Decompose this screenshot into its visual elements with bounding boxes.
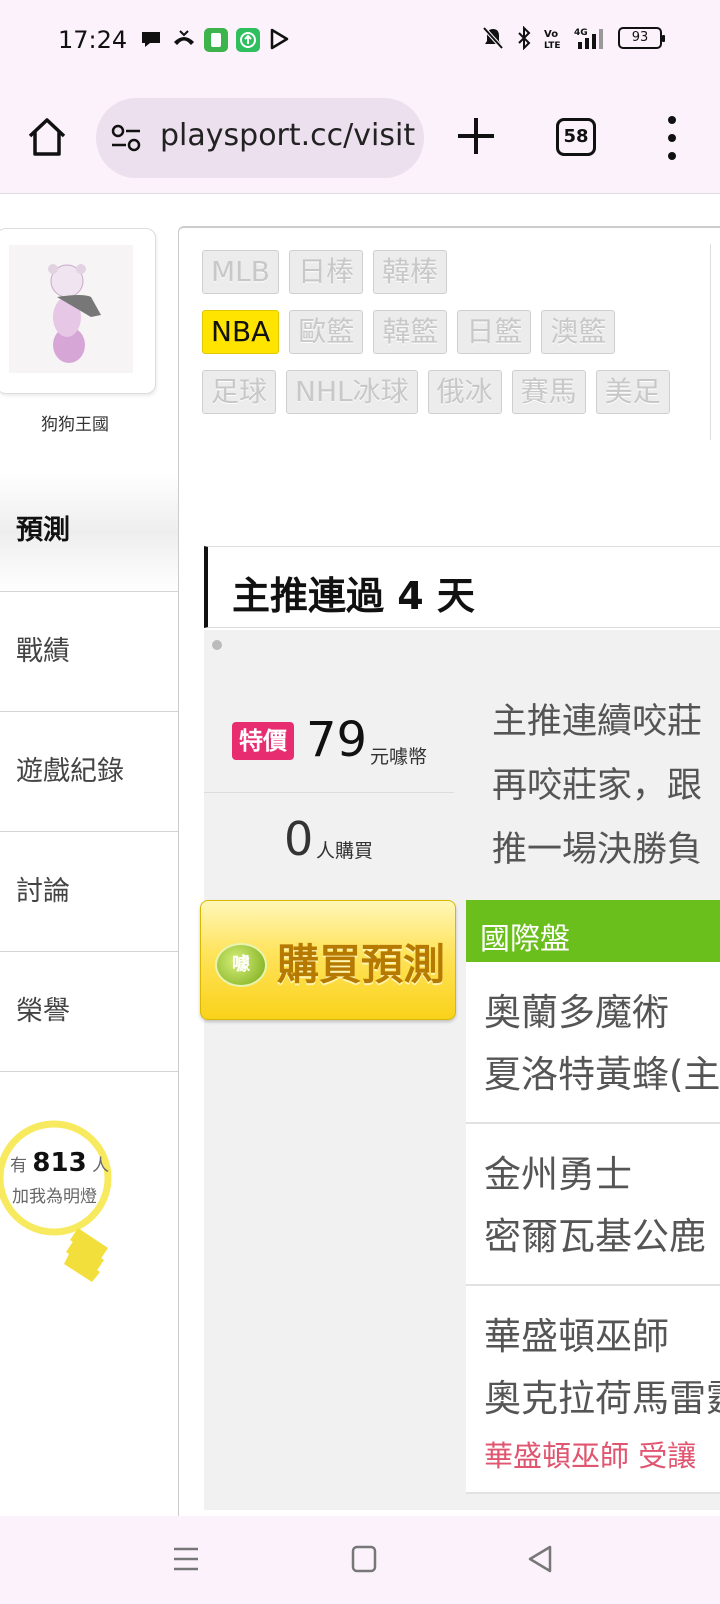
new-tab-icon[interactable] — [454, 114, 498, 158]
team-away: 華盛頓巫師 — [484, 1315, 669, 1358]
category-american-football[interactable]: 美足 — [595, 370, 670, 414]
address-bar[interactable]: playsport.cc/visit — [96, 98, 424, 178]
missed-call-icon — [172, 28, 194, 50]
fans-count-line: 有 813 人 — [10, 1148, 110, 1178]
battery-icon: 93 — [618, 27, 665, 49]
price-unit: 元噱幣 — [370, 746, 428, 768]
category-mlb[interactable]: MLB — [202, 250, 279, 294]
recent-apps-icon[interactable] — [172, 1544, 200, 1574]
chat-bubble-icon — [140, 28, 162, 50]
nav-item-predictions[interactable]: 預測 — [0, 472, 178, 592]
home-icon[interactable] — [24, 114, 70, 160]
team-home: 奧克拉荷馬雷霆 — [484, 1377, 720, 1420]
team-away: 奧蘭多魔術 — [484, 991, 669, 1034]
headline-title: 主推連過 4 天 — [232, 574, 475, 618]
profile-nav: 預測 戰績 遊戲紀錄 討論 榮譽 — [0, 472, 178, 1072]
nav-item-record[interactable]: 戰績 — [0, 592, 178, 712]
description-line: 主推連續咬莊 — [492, 702, 703, 742]
match-row[interactable]: 奧蘭多魔術 夏洛特黃蜂(主) — [466, 962, 720, 1124]
description-line: 再咬莊家，跟 — [492, 766, 703, 806]
nav-item-game-log[interactable]: 遊戲紀錄 — [0, 712, 178, 832]
green-app-icon — [236, 28, 260, 52]
pin-icon — [212, 640, 222, 650]
divider — [204, 792, 454, 793]
divider — [710, 244, 711, 440]
back-icon[interactable] — [526, 1544, 554, 1574]
avatar-card[interactable] — [0, 228, 156, 394]
svg-text:4G: 4G — [574, 28, 588, 38]
odds-header: 國際盤 — [466, 900, 720, 962]
4g-signal-icon: 4G — [574, 28, 603, 49]
buy-prediction-label: 購買預測 — [277, 940, 446, 989]
category-korea-basketball[interactable]: 韓籃 — [373, 310, 448, 354]
headline-bar: 主推連過 4 天 — [204, 546, 720, 628]
team-home: 夏洛特黃蜂(主) — [484, 1053, 720, 1096]
svg-text:LTE: LTE — [544, 41, 561, 50]
category-horse-racing[interactable]: 賽馬 — [511, 370, 586, 414]
category-soccer[interactable]: 足球 — [202, 370, 277, 414]
notification-icons — [140, 28, 290, 52]
profile-username[interactable]: 狗狗王國 — [0, 410, 150, 435]
volte-icon: VoLTE — [544, 29, 561, 50]
description-line: 推一場決勝負 — [492, 830, 703, 870]
coin-icon: 噱 — [215, 943, 267, 987]
follow-as-beacon-label[interactable]: 加我為明燈 — [12, 1182, 97, 1207]
prediction-description: 主推連續咬莊 再咬莊家，跟 推一場決勝負 — [492, 690, 720, 882]
home-nav-icon[interactable] — [350, 1544, 378, 1574]
category-euro-basketball[interactable]: 歐籃 — [289, 310, 364, 354]
avatar-image — [9, 245, 133, 373]
category-russia-hockey[interactable]: 俄冰 — [427, 370, 502, 414]
buyers-count: 0 — [284, 812, 314, 866]
category-japan-baseball[interactable]: 日棒 — [288, 250, 363, 294]
nav-item-discussion[interactable]: 討論 — [0, 832, 178, 952]
status-bar: 17:24 Vo LTE 4G 93 — [0, 0, 720, 82]
category-japan-basketball[interactable]: 日籃 — [457, 310, 532, 354]
system-icons: Vo LTE 4G 93 — [482, 26, 665, 50]
match-row[interactable]: 金州勇士 密爾瓦基公鹿 — [466, 1124, 720, 1286]
buyers-unit: 人購買 — [316, 840, 374, 862]
category-australia-basketball[interactable]: 澳籃 — [541, 310, 616, 354]
system-navigation-bar — [0, 1516, 720, 1604]
mute-icon — [482, 26, 504, 50]
browser-toolbar: playsport.cc/visit 58 — [0, 82, 720, 194]
svg-text:Vo: Vo — [544, 29, 558, 40]
handicap-note: 華盛頓巫師 受讓 — [484, 1439, 697, 1473]
team-away: 金州勇士 — [484, 1153, 632, 1196]
play-store-icon — [268, 28, 290, 50]
nav-item-honors[interactable]: 榮譽 — [0, 952, 178, 1072]
category-filter: MLB 日棒 韓棒 NBA 歐籃 韓籃 日籃 澳籃 足球 NHL冰球 俄冰 賽馬… — [202, 250, 702, 430]
clock: 17:24 — [58, 26, 128, 54]
fans-count: 813 — [32, 1148, 87, 1178]
buy-prediction-button[interactable]: 噱 購買預測 — [200, 900, 456, 1020]
category-nhl[interactable]: NHL冰球 — [286, 370, 418, 414]
sim-app-icon — [204, 28, 228, 52]
odds-header-label: 國際盤 — [480, 922, 570, 957]
special-price-badge: 特價 — [232, 722, 294, 760]
url-text[interactable]: playsport.cc/visit — [160, 118, 415, 153]
team-home: 密爾瓦基公鹿 — [484, 1215, 706, 1258]
tab-switcher-button[interactable]: 58 — [556, 118, 596, 156]
category-nba[interactable]: NBA — [202, 310, 280, 354]
bluetooth-icon — [518, 26, 531, 50]
category-korea-baseball[interactable]: 韓棒 — [372, 250, 447, 294]
more-menu-icon[interactable] — [664, 116, 680, 160]
match-row[interactable]: 華盛頓巫師 奧克拉荷馬雷霆 華盛頓巫師 受讓 — [466, 1286, 720, 1494]
price-value: 79 — [306, 712, 368, 768]
site-settings-icon[interactable] — [110, 124, 142, 152]
